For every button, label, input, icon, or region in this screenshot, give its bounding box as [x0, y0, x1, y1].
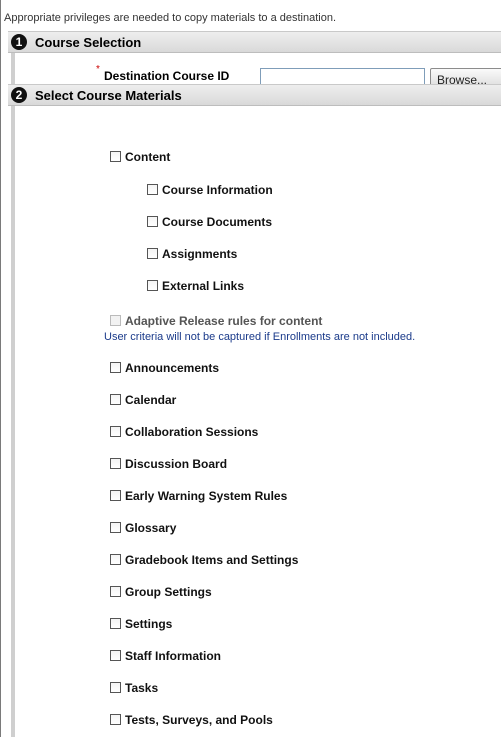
assignments-checkbox[interactable] — [147, 248, 158, 259]
gradebook-items-checkbox[interactable] — [110, 554, 121, 565]
step-title: Course Selection — [35, 35, 142, 50]
option-label: Glossary — [125, 521, 177, 535]
staff-information-checkbox[interactable] — [110, 650, 121, 661]
discussion-board-checkbox[interactable] — [110, 458, 121, 469]
option-label: Settings — [125, 617, 173, 631]
collaboration-sessions-checkbox[interactable] — [110, 426, 121, 437]
content-checkbox[interactable] — [110, 151, 121, 162]
option-label: Announcements — [125, 361, 220, 375]
option-label: External Links — [162, 279, 245, 293]
step-title: Select Course Materials — [35, 88, 182, 103]
privileges-notice: Appropriate privileges are needed to cop… — [4, 12, 337, 24]
section-rule — [11, 106, 15, 737]
required-marker: * — [96, 64, 100, 75]
external-links-checkbox[interactable] — [147, 280, 158, 291]
step-number-badge: 1 — [11, 34, 27, 50]
early-warning-system-rules-checkbox[interactable] — [110, 490, 121, 501]
adaptive-release-checkbox — [110, 315, 121, 326]
step-number-badge: 2 — [11, 87, 27, 103]
tests-surveys-pools-checkbox[interactable] — [110, 714, 121, 725]
option-label: Tasks — [125, 681, 159, 695]
tasks-checkbox[interactable] — [110, 682, 121, 693]
option-label: Course Documents — [162, 215, 273, 229]
option-label: Discussion Board — [125, 457, 228, 471]
option-label: Tests, Surveys, and Pools — [125, 713, 273, 727]
section-rule — [11, 53, 15, 84]
step-select-materials-header: 2 Select Course Materials — [8, 84, 501, 106]
option-label: Staff Information — [125, 649, 221, 663]
settings-checkbox[interactable] — [110, 618, 121, 629]
announcements-checkbox[interactable] — [110, 362, 121, 373]
copy-course-form: Appropriate privileges are needed to cop… — [0, 0, 501, 737]
glossary-checkbox[interactable] — [110, 522, 121, 533]
group-settings-checkbox[interactable] — [110, 586, 121, 597]
course-information-checkbox[interactable] — [147, 184, 158, 195]
option-label: Assignments — [162, 247, 238, 261]
calendar-checkbox[interactable] — [110, 394, 121, 405]
step-course-selection-header: 1 Course Selection — [8, 31, 501, 53]
destination-course-id-label: Destination Course ID — [104, 69, 230, 83]
option-label: Gradebook Items and Settings — [125, 553, 299, 567]
option-label: Group Settings — [125, 585, 212, 599]
option-label: Early Warning System Rules — [125, 489, 288, 503]
option-label: Content — [125, 150, 171, 164]
adaptive-release-note: User criteria will not be captured if En… — [104, 331, 416, 343]
option-label: Course Information — [162, 183, 273, 197]
option-label: Calendar — [125, 393, 177, 407]
course-documents-checkbox[interactable] — [147, 216, 158, 227]
option-label: Collaboration Sessions — [125, 425, 259, 439]
option-label: Adaptive Release rules for content — [125, 314, 323, 328]
